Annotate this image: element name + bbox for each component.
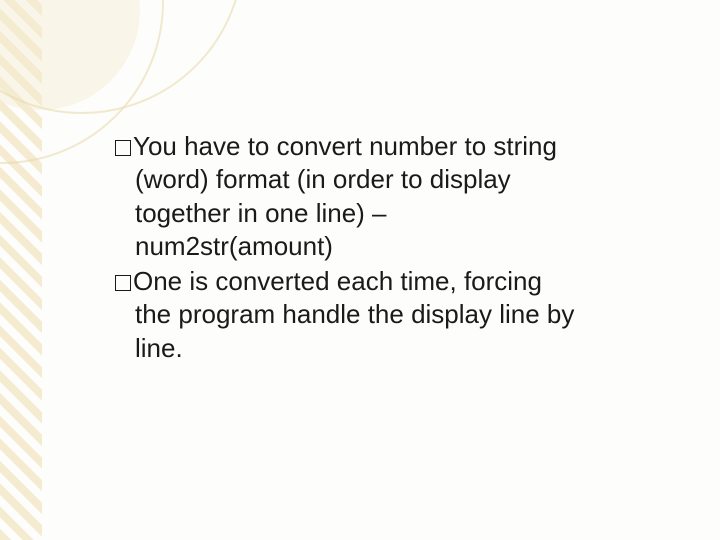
bullet-text-line: You have to convert number to string: [133, 131, 557, 161]
bullet-text-line: line.: [115, 332, 625, 365]
slide-body: You have to convert number to string (wo…: [115, 130, 625, 367]
square-bullet-icon: [115, 140, 131, 156]
bullet-text-line: One is converted each time, forcing: [133, 266, 542, 296]
bullet-item: You have to convert number to string (wo…: [115, 130, 625, 263]
bullet-text-line: together in one line) –: [115, 197, 625, 230]
bullet-text-line: num2str(amount): [115, 230, 625, 263]
bullet-text-line: (word) format (in order to display: [115, 163, 625, 196]
decorative-arc-fill: [0, 0, 140, 110]
slide: You have to convert number to string (wo…: [0, 0, 720, 540]
square-bullet-icon: [115, 275, 131, 291]
bullet-text-line: the program handle the display line by: [115, 298, 625, 331]
bullet-item: One is converted each time, forcing the …: [115, 265, 625, 365]
